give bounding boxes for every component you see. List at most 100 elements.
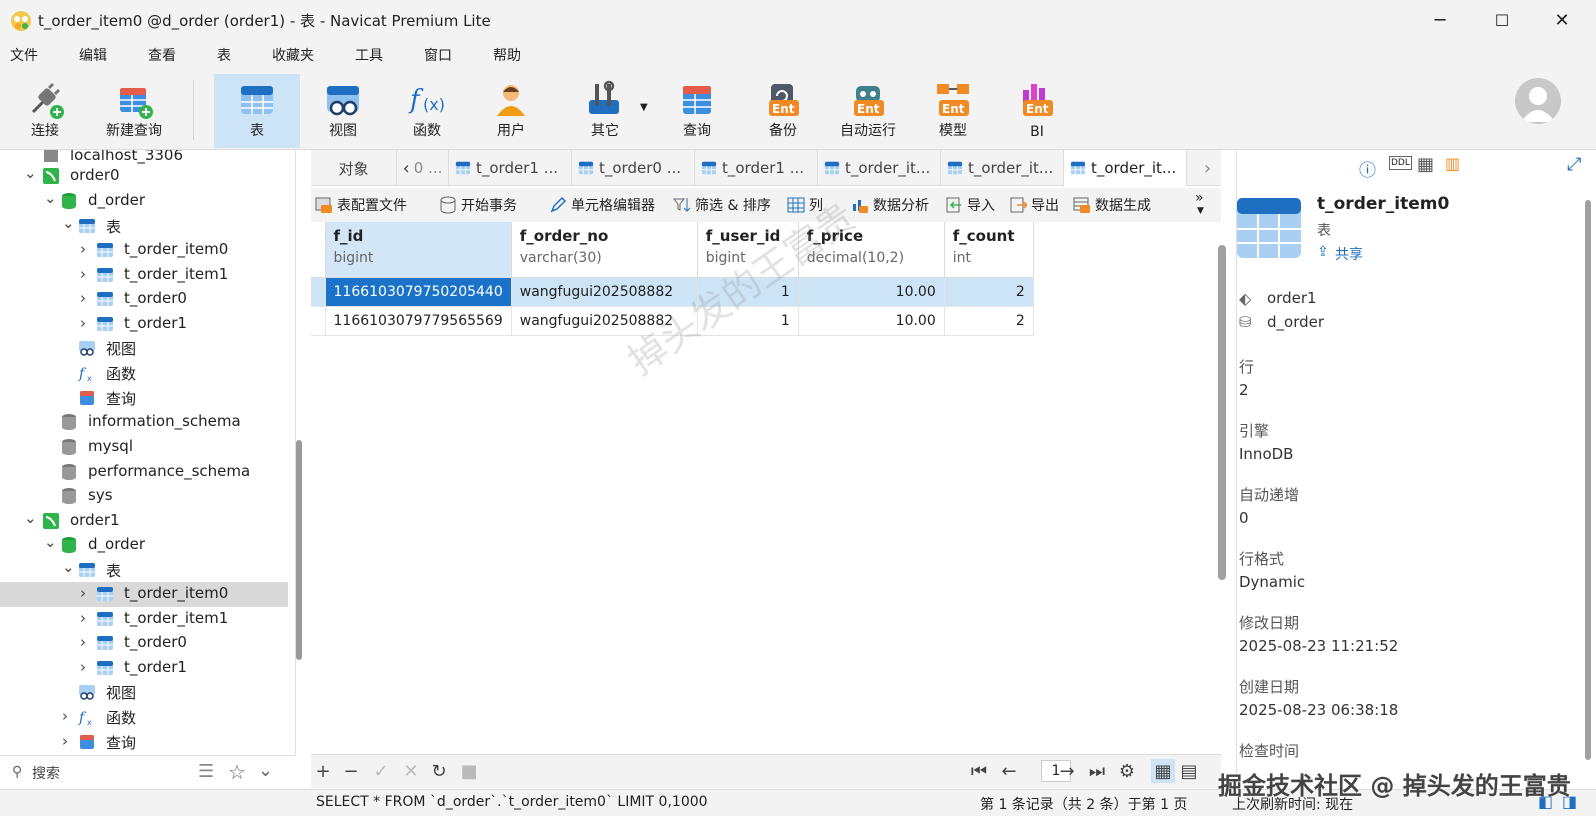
preview-grid-icon[interactable]: ▦	[1417, 154, 1434, 175]
other-button[interactable]: 其它	[570, 74, 640, 148]
favorite-star-icon[interactable]: ☆	[228, 760, 246, 784]
table-cell[interactable]: 2	[944, 277, 1034, 307]
column-header[interactable]: f_count int	[944, 222, 1034, 278]
tree-item[interactable]: sys	[0, 484, 288, 509]
form-view-button[interactable]: ▤	[1177, 759, 1201, 783]
info-icon[interactable]: ⓘ	[1359, 156, 1376, 181]
tab-table[interactable]: t_order_it...	[941, 150, 1064, 186]
menu-window[interactable]: 窗口	[414, 40, 469, 72]
tree-item[interactable]: performance_schema	[0, 460, 288, 485]
grid-view-button[interactable]: ▦	[1151, 759, 1175, 783]
column-header[interactable]: f_order_no varchar(30)	[511, 222, 698, 278]
columns-button[interactable]: 列	[787, 188, 823, 222]
avatar[interactable]	[1515, 78, 1561, 124]
table-cell[interactable]: 1	[697, 306, 799, 336]
connect-button[interactable]: 连接	[10, 74, 80, 148]
new-query-button[interactable]: 新建查询	[94, 74, 174, 148]
tab-scroll-right[interactable]: ›	[1194, 150, 1221, 186]
automation-button[interactable]: Ent 自动运行	[828, 74, 908, 148]
collapse-icon[interactable]: ⌄	[258, 760, 273, 781]
search-input[interactable]: 搜索	[32, 763, 60, 783]
tree-item[interactable]: › f x 函数	[0, 705, 288, 730]
grid-scrollbar[interactable]	[1218, 245, 1226, 580]
tab-table[interactable]: t_order_it...	[818, 150, 941, 186]
tree-item[interactable]: › t_order_item0	[0, 582, 288, 607]
other-dropdown-icon[interactable]: ▼	[640, 102, 648, 113]
tree-item[interactable]: 查询	[0, 386, 288, 411]
bi-button[interactable]: Ent BI	[1002, 74, 1072, 148]
data-analysis-button[interactable]: 数据分析	[851, 188, 929, 222]
query-button[interactable]: 查询	[662, 74, 732, 148]
tab-table[interactable]: t_order0 ...	[572, 150, 695, 186]
tree-item[interactable]: ⌄ order1	[0, 509, 288, 534]
apply-changes-button[interactable]: ✓	[369, 759, 393, 783]
chevron-right-icon[interactable]: ›	[80, 242, 90, 257]
tab-scroll-left[interactable]: ‹ 0 ...	[397, 150, 449, 186]
menu-view[interactable]: 查看	[138, 40, 193, 72]
chevron-down-icon[interactable]: ⌄	[44, 191, 57, 206]
tree-item[interactable]: › t_order1	[0, 312, 288, 337]
maximize-button[interactable]: ☐	[1476, 0, 1528, 40]
er-diagram-icon[interactable]: ▥	[1445, 154, 1460, 173]
toolbar-overflow-icon[interactable]: »	[1195, 190, 1204, 206]
tree-item[interactable]: 视图	[0, 680, 288, 705]
filter-sort-button[interactable]: 筛选 & 排序	[673, 188, 771, 222]
tree-item[interactable]: ⌄ d_order	[0, 189, 288, 214]
tree-item[interactable]: information_schema	[0, 410, 288, 435]
table-cell[interactable]: wangfugui202508882	[511, 306, 698, 336]
tab-table[interactable]: t_order1 ...	[695, 150, 818, 186]
chevron-right-icon[interactable]: ›	[80, 611, 90, 626]
tree-item[interactable]: 视图	[0, 336, 288, 361]
column-header[interactable]: f_user_id bigint	[697, 222, 799, 278]
tree-item[interactable]: mysql	[0, 435, 288, 460]
chevron-right-icon[interactable]: ›	[80, 660, 90, 675]
chevron-right-icon[interactable]: ›	[62, 734, 72, 749]
chevron-right-icon[interactable]: ›	[80, 586, 90, 601]
tree-item[interactable]: ⌄ d_order	[0, 533, 288, 558]
delete-record-button[interactable]: −	[339, 759, 363, 783]
menu-help[interactable]: 帮助	[483, 40, 538, 72]
refresh-button[interactable]: ↻	[427, 759, 451, 783]
tree-item[interactable]: f x 函数	[0, 361, 288, 386]
share-icon[interactable]: ⇪	[1317, 244, 1329, 260]
data-generation-button[interactable]: 数据生成	[1073, 188, 1151, 222]
tree-item[interactable]: › t_order0	[0, 287, 288, 312]
table-cell[interactable]: 2	[944, 306, 1034, 336]
tree-item[interactable]: › t_order_item1	[0, 263, 288, 288]
add-record-button[interactable]: +	[311, 759, 335, 783]
begin-transaction-button[interactable]: 开始事务	[439, 188, 517, 222]
function-button[interactable]: f (x) 函数	[392, 74, 462, 148]
chevron-right-icon[interactable]: ›	[80, 635, 90, 650]
tree-item[interactable]: › t_order0	[0, 631, 288, 656]
chevron-down-icon[interactable]: ⌄	[62, 560, 75, 575]
previous-page-button[interactable]: ←	[997, 759, 1021, 783]
grid-settings-button[interactable]: ⚙	[1115, 759, 1139, 783]
toolbar-dropdown-icon[interactable]: ▼	[1197, 206, 1204, 216]
last-page-button[interactable]: ⏭	[1085, 759, 1109, 783]
menu-file[interactable]: 文件	[0, 40, 55, 72]
column-header[interactable]: f_price decimal(10,2)	[798, 222, 945, 278]
tab-objects[interactable]: 对象	[311, 150, 397, 186]
tree-item[interactable]: ⌄ 表	[0, 558, 288, 583]
chevron-right-icon[interactable]: ›	[62, 709, 72, 724]
tab-table[interactable]: t_order1 ...	[449, 150, 572, 186]
filter-icon[interactable]: ☰	[198, 761, 214, 782]
backup-button[interactable]: Ent 备份	[748, 74, 818, 148]
chevron-down-icon[interactable]: ⌄	[44, 535, 57, 550]
model-button[interactable]: Ent 模型	[918, 74, 988, 148]
export-button[interactable]: 导出	[1009, 188, 1059, 222]
tree-item[interactable]: › t_order1	[0, 656, 288, 681]
tree-item[interactable]: ⌄ order0	[0, 164, 288, 189]
next-page-button[interactable]: →	[1055, 759, 1079, 783]
menu-favorites[interactable]: 收藏夹	[262, 40, 331, 72]
row-header[interactable]	[311, 306, 326, 336]
chevron-right-icon[interactable]: ›	[80, 316, 90, 331]
table-cell[interactable]: 10.00	[798, 277, 945, 307]
table-cell[interactable]: wangfugui202508882	[511, 277, 698, 307]
tree-item[interactable]: › 查询	[0, 730, 288, 755]
import-button[interactable]: 导入	[945, 188, 995, 222]
row-header[interactable]	[311, 277, 326, 307]
table-cell[interactable]: 1166103079779565569	[325, 306, 512, 336]
stop-button[interactable]: ■	[457, 759, 481, 783]
menu-tools[interactable]: 工具	[345, 40, 400, 72]
